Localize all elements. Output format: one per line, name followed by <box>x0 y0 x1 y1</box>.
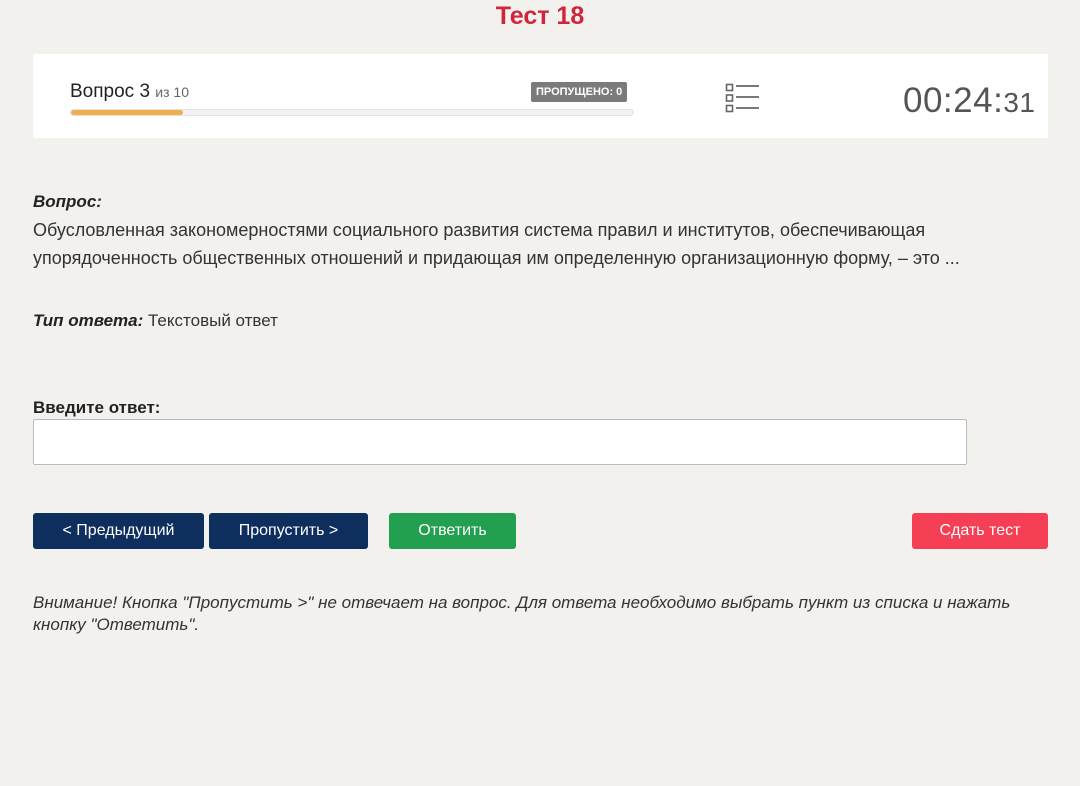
timer: 00:24:31 <box>903 81 1035 121</box>
question-counter: Вопрос 3 из 10 <box>70 81 189 103</box>
question-text: Обусловленная закономерностями социально… <box>33 220 960 268</box>
answer-button[interactable]: Ответить <box>389 513 516 549</box>
skipped-badge: ПРОПУЩЕНО: 0 <box>531 82 628 102</box>
answer-type-label: Тип ответа: <box>33 311 144 330</box>
timer-seconds: 31 <box>1003 87 1036 118</box>
answer-input[interactable] <box>33 419 967 465</box>
status-panel: Вопрос 3 из 10 ПРОПУЩЕНО: 0 00:24:31 <box>33 54 1048 138</box>
timer-main: 00:24: <box>903 81 1004 120</box>
question-list-button[interactable] <box>725 82 761 114</box>
question-number: Вопрос 3 <box>70 81 151 102</box>
progress-bar <box>70 109 634 116</box>
answer-type: Тип ответа: Текстовый ответ <box>33 311 278 331</box>
answer-type-value: Текстовый ответ <box>148 311 278 330</box>
answer-input-label: Введите ответ: <box>33 398 161 417</box>
notice-text: Внимание! Кнопка "Пропустить >" не отвеч… <box>33 593 1011 634</box>
list-icon <box>725 83 759 113</box>
previous-button[interactable]: < Предыдущий <box>33 513 204 549</box>
question-total: из 10 <box>155 84 189 100</box>
progress-fill <box>71 110 184 115</box>
question-label: Вопрос: <box>33 192 102 211</box>
submit-test-button[interactable]: Сдать тест <box>912 513 1048 549</box>
test-page: Тест 18 Вопрос 3 из 10 ПРОПУЩЕНО: 0 00:2… <box>0 0 1080 786</box>
page-title: Тест 18 <box>495 2 585 30</box>
skip-button[interactable]: Пропустить > <box>209 513 368 549</box>
